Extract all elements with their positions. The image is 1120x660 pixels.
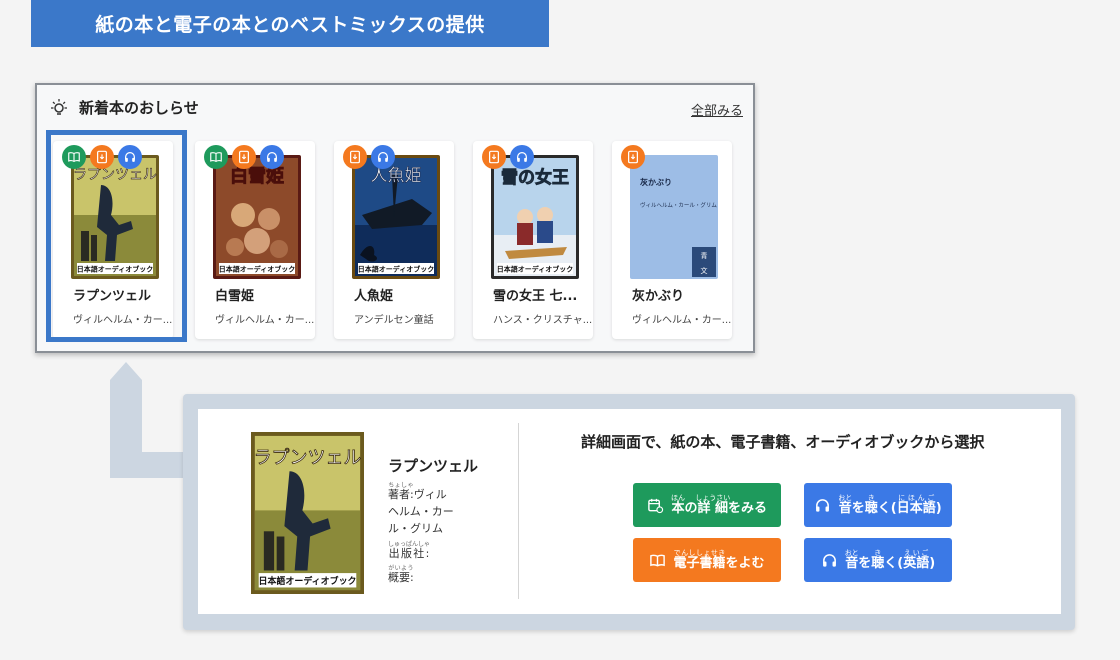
- book-cover: 人魚姫 日本語オーディオブック: [352, 155, 440, 279]
- lightbulb-icon: [51, 98, 67, 115]
- svg-text:青: 青: [701, 251, 708, 260]
- svg-text:ヴィルヘルム・カール・グリム: ヴィルヘルム・カール・グリム: [640, 201, 717, 209]
- book-card-snow-white[interactable]: 白雪姫 日本語オーディオブック 白雪姫 ヴィルヘルム・カー...: [195, 141, 315, 339]
- headphones-icon: [260, 145, 284, 169]
- listen-japanese-button[interactable]: 音おとを聴きく(日本語にほんご): [804, 483, 952, 527]
- book-card-little-mermaid[interactable]: 人魚姫 日本語オーディオブック 人魚姫 アンデルセン童話: [334, 141, 454, 339]
- svg-text:雪の女王: 雪の女王: [501, 167, 569, 188]
- calendar-icon: [648, 498, 664, 513]
- svg-text:ラプンツェル: ラプンツェル: [254, 447, 362, 468]
- ebook-icon: [343, 145, 367, 169]
- svg-text:人魚姫: 人魚姫: [371, 166, 422, 186]
- listen-english-label: 音おとを聴きく(英語えいご): [844, 549, 936, 571]
- detail-book-cover: ラプンツェル 日本語オーディオブック: [251, 432, 364, 594]
- book-title: 人魚姫: [354, 289, 394, 304]
- format-badges: [621, 145, 649, 169]
- format-badges: [204, 145, 288, 169]
- svg-text:灰かぶり: 灰かぶり: [640, 177, 672, 187]
- book-author: アンデルセン童話: [354, 315, 434, 326]
- detail-card: ラプンツェル 日本語オーディオブック ラプンツェル 著者:ちょしゃヴィル ヘルム…: [198, 409, 1061, 614]
- book-card-snow-queen[interactable]: 雪の女王 日本語オーディオブック 雪の女王 七... ハンス・クリスチャ...: [473, 141, 593, 339]
- listen-japanese-label: 音おとを聴きく(日本語にほんご): [838, 494, 942, 516]
- read-ebook-button[interactable]: 電子書籍でんししょせきをよむ: [633, 538, 781, 582]
- divider: [518, 423, 519, 599]
- book-title: 雪の女王 七...: [493, 289, 578, 304]
- panel-header: 新着本のおしらせ: [49, 97, 199, 118]
- book-title: 白雪姫: [215, 289, 255, 304]
- book-author: ヴィルヘルム・カー...: [215, 315, 315, 326]
- see-all-link[interactable]: 全部みる: [691, 100, 743, 119]
- format-badges: [482, 145, 538, 169]
- book-card-cinderella[interactable]: 灰かぶり ヴィルヘルム・カール・グリム 青 文 灰かぶり ヴィルヘルム・カー..…: [612, 141, 732, 339]
- headphones-icon: [371, 145, 395, 169]
- view-details-label: 本ほんの詳細しょうさいをみる: [670, 494, 767, 516]
- headphones-icon: [822, 553, 836, 567]
- ebook-icon: [482, 145, 506, 169]
- detail-heading: 詳細画面で、紙の本、電子書籍、オーディオブックから選択: [581, 433, 985, 451]
- panel-title: 新着本のおしらせ: [79, 99, 199, 117]
- summary-info: 概要:がいよう: [388, 565, 414, 584]
- selected-highlight: [46, 130, 187, 342]
- headphones-icon: [510, 145, 534, 169]
- listen-english-button[interactable]: 音おとを聴きく(英語えいご): [804, 538, 952, 582]
- ebook-icon: [621, 145, 645, 169]
- svg-text:日本語オーディオブック: 日本語オーディオブック: [219, 265, 296, 274]
- read-ebook-label: 電子書籍でんししょせきをよむ: [673, 549, 765, 571]
- svg-text:日本語オーディオブック: 日本語オーディオブック: [497, 265, 574, 274]
- headphones-icon: [816, 498, 830, 512]
- svg-text:日本語オーディオブック: 日本語オーディオブック: [358, 265, 435, 274]
- detail-panel: ラプンツェル 日本語オーディオブック ラプンツェル 著者:ちょしゃヴィル ヘルム…: [183, 394, 1075, 630]
- view-details-button[interactable]: 本ほんの詳細しょうさいをみる: [633, 483, 781, 527]
- book-title: 灰かぶり: [632, 289, 685, 304]
- book-author: ヴィルヘルム・カー...: [632, 315, 732, 326]
- format-badges: [343, 145, 399, 169]
- svg-text:文: 文: [701, 266, 708, 275]
- book-icon: [650, 554, 666, 566]
- book-icon: [204, 145, 228, 169]
- book-cover: 灰かぶり ヴィルヘルム・カール・グリム 青 文: [630, 155, 718, 279]
- ebook-icon: [232, 145, 256, 169]
- svg-text:日本語オーディオブック: 日本語オーディオブック: [258, 575, 356, 587]
- book-cover: 雪の女王 日本語オーディオブック: [491, 155, 579, 279]
- detail-book-title: ラプンツェル: [388, 457, 479, 475]
- author-info: 著者:ちょしゃヴィル ヘルム・カー ル・グリム: [388, 482, 454, 535]
- book-author: ハンス・クリスチャ...: [493, 315, 593, 326]
- book-cover: 白雪姫 日本語オーディオブック: [213, 155, 301, 279]
- publisher-info: 出版社:しゅっぱんしゃ: [388, 541, 431, 560]
